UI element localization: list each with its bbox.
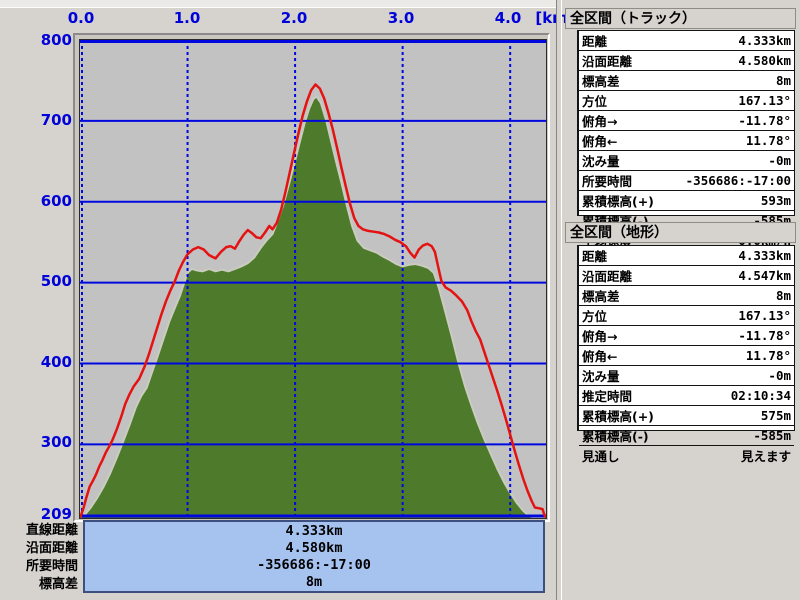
stat-value: -0m <box>768 368 791 383</box>
stat-label: 俯角← <box>582 346 617 365</box>
y-tick-label: 300 <box>2 434 72 450</box>
summary-value-straight-distance: 4.333km <box>85 523 543 540</box>
stat-label: 見通し <box>582 446 620 465</box>
stat-value: 4.333km <box>738 33 791 48</box>
stat-label: 沈み量 <box>582 366 620 385</box>
y-tick-label: 800 <box>2 32 72 48</box>
summary-value-surface-distance: 4.580km <box>85 540 543 557</box>
stat-value: 575m <box>761 408 791 423</box>
stat-label: 推定時間 <box>582 386 632 405</box>
stat-row: 標高差 8m <box>579 286 794 306</box>
stat-value: 8m <box>776 73 791 88</box>
pane-splitter[interactable] <box>556 0 562 600</box>
stat-label: 方位 <box>582 306 607 325</box>
stat-label: 距離 <box>582 246 607 265</box>
stat-row: 俯角→ -11.78° <box>579 111 794 131</box>
stat-label: 標高差 <box>582 286 620 305</box>
stat-row: 見通し 見えます <box>579 446 794 465</box>
stat-row: 俯角→ -11.78° <box>579 326 794 346</box>
stat-label: 所要時間 <box>582 171 632 190</box>
summary-label-surface-distance: 沿面距離 <box>0 540 78 558</box>
elevation-profile-plot[interactable] <box>79 39 547 519</box>
stat-row: 沈み量 -0m <box>579 366 794 386</box>
window-top-strip <box>0 0 556 8</box>
stat-row: 累積標高(+) 593m <box>579 191 794 211</box>
stat-row: 方位 167.13° <box>579 306 794 326</box>
stat-label: 俯角→ <box>582 111 617 130</box>
stat-row: 推定時間 02:10:34 <box>579 386 794 406</box>
x-tick-label: 1.0 <box>174 9 201 27</box>
y-tick-label: 500 <box>2 273 72 289</box>
x-tick-label: 2.0 <box>281 9 308 27</box>
stat-row: 沈み量 -0m <box>579 151 794 171</box>
stat-value: -11.78° <box>738 113 791 128</box>
terrain-stats-table: 距離 4.333km 沿面距離 4.547km 標高差 8m 方位 167.13° 俯角→ -11… <box>577 245 795 431</box>
stat-label: 累積標高(-) <box>582 426 649 445</box>
summary-label-required-time: 所要時間 <box>0 558 78 576</box>
stat-value: 167.13° <box>738 93 791 108</box>
panel-header-track: 全区間（トラック） <box>565 8 796 29</box>
y-tick-label: 600 <box>2 193 72 209</box>
x-tick-label: 0.0 <box>68 9 95 27</box>
stat-row: 沿面距離 4.547km <box>579 266 794 286</box>
stat-value: 見えます <box>741 446 791 465</box>
summary-label-straight-distance: 直線距離 <box>0 522 78 540</box>
stat-row: 沿面距離 4.580km <box>579 51 794 71</box>
stat-label: 方位 <box>582 91 607 110</box>
summary-value-box: 4.333km 4.580km -356686:-17:00 8m <box>83 520 545 593</box>
stat-label: 沿面距離 <box>582 266 632 285</box>
stat-value: 4.547km <box>738 268 791 283</box>
stat-value: -585m <box>753 428 791 443</box>
stat-row: 方位 167.13° <box>579 91 794 111</box>
stat-row: 俯角← 11.78° <box>579 346 794 366</box>
stat-row: 俯角← 11.78° <box>579 131 794 151</box>
stat-label: 沿面距離 <box>582 51 632 70</box>
y-tick-label: 700 <box>2 112 72 128</box>
stat-label: 俯角← <box>582 131 617 150</box>
stat-value: 02:10:34 <box>731 388 791 403</box>
stat-label: 累積標高(+) <box>582 191 654 210</box>
stat-label: 累積標高(+) <box>582 406 654 425</box>
summary-value-required-time: -356686:-17:00 <box>85 557 543 574</box>
stat-value: 4.580km <box>738 53 791 68</box>
x-tick-label: 3.0 <box>388 9 415 27</box>
panel-header-terrain: 全区間（地形） <box>565 222 796 243</box>
stat-row: 距離 4.333km <box>579 246 794 266</box>
stat-value: 11.78° <box>746 133 791 148</box>
stat-value: -356686:-17:00 <box>686 173 791 188</box>
stat-row: 距離 4.333km <box>579 31 794 51</box>
stat-label: 標高差 <box>582 71 620 90</box>
summary-label-elevation-diff: 標高差 <box>0 576 78 594</box>
stat-value: 4.333km <box>738 248 791 263</box>
y-tick-label: 400 <box>2 354 72 370</box>
stat-value: -0m <box>768 153 791 168</box>
terrain-area <box>80 97 546 518</box>
elevation-profile-svg <box>80 40 546 518</box>
stat-row: 標高差 8m <box>579 71 794 91</box>
stat-value: -11.78° <box>738 328 791 343</box>
stat-value: 593m <box>761 193 791 208</box>
stat-value: 8m <box>776 288 791 303</box>
y-tick-label: 209 <box>2 506 72 522</box>
summary-value-elevation-diff: 8m <box>85 574 543 591</box>
stat-row: 累積標高(-) -585m <box>579 426 794 446</box>
stat-row: 所要時間 -356686:-17:00 <box>579 171 794 191</box>
stat-value: 11.78° <box>746 348 791 363</box>
x-tick-label: 4.0 <box>495 9 522 27</box>
stat-label: 距離 <box>582 31 607 50</box>
stat-label: 俯角→ <box>582 326 617 345</box>
stat-value: 167.13° <box>738 308 791 323</box>
stat-label: 沈み量 <box>582 151 620 170</box>
track-stats-table: 距離 4.333km 沿面距離 4.580km 標高差 8m 方位 167.13° 俯角→ -11… <box>577 30 795 216</box>
stat-row: 累積標高(+) 575m <box>579 406 794 426</box>
